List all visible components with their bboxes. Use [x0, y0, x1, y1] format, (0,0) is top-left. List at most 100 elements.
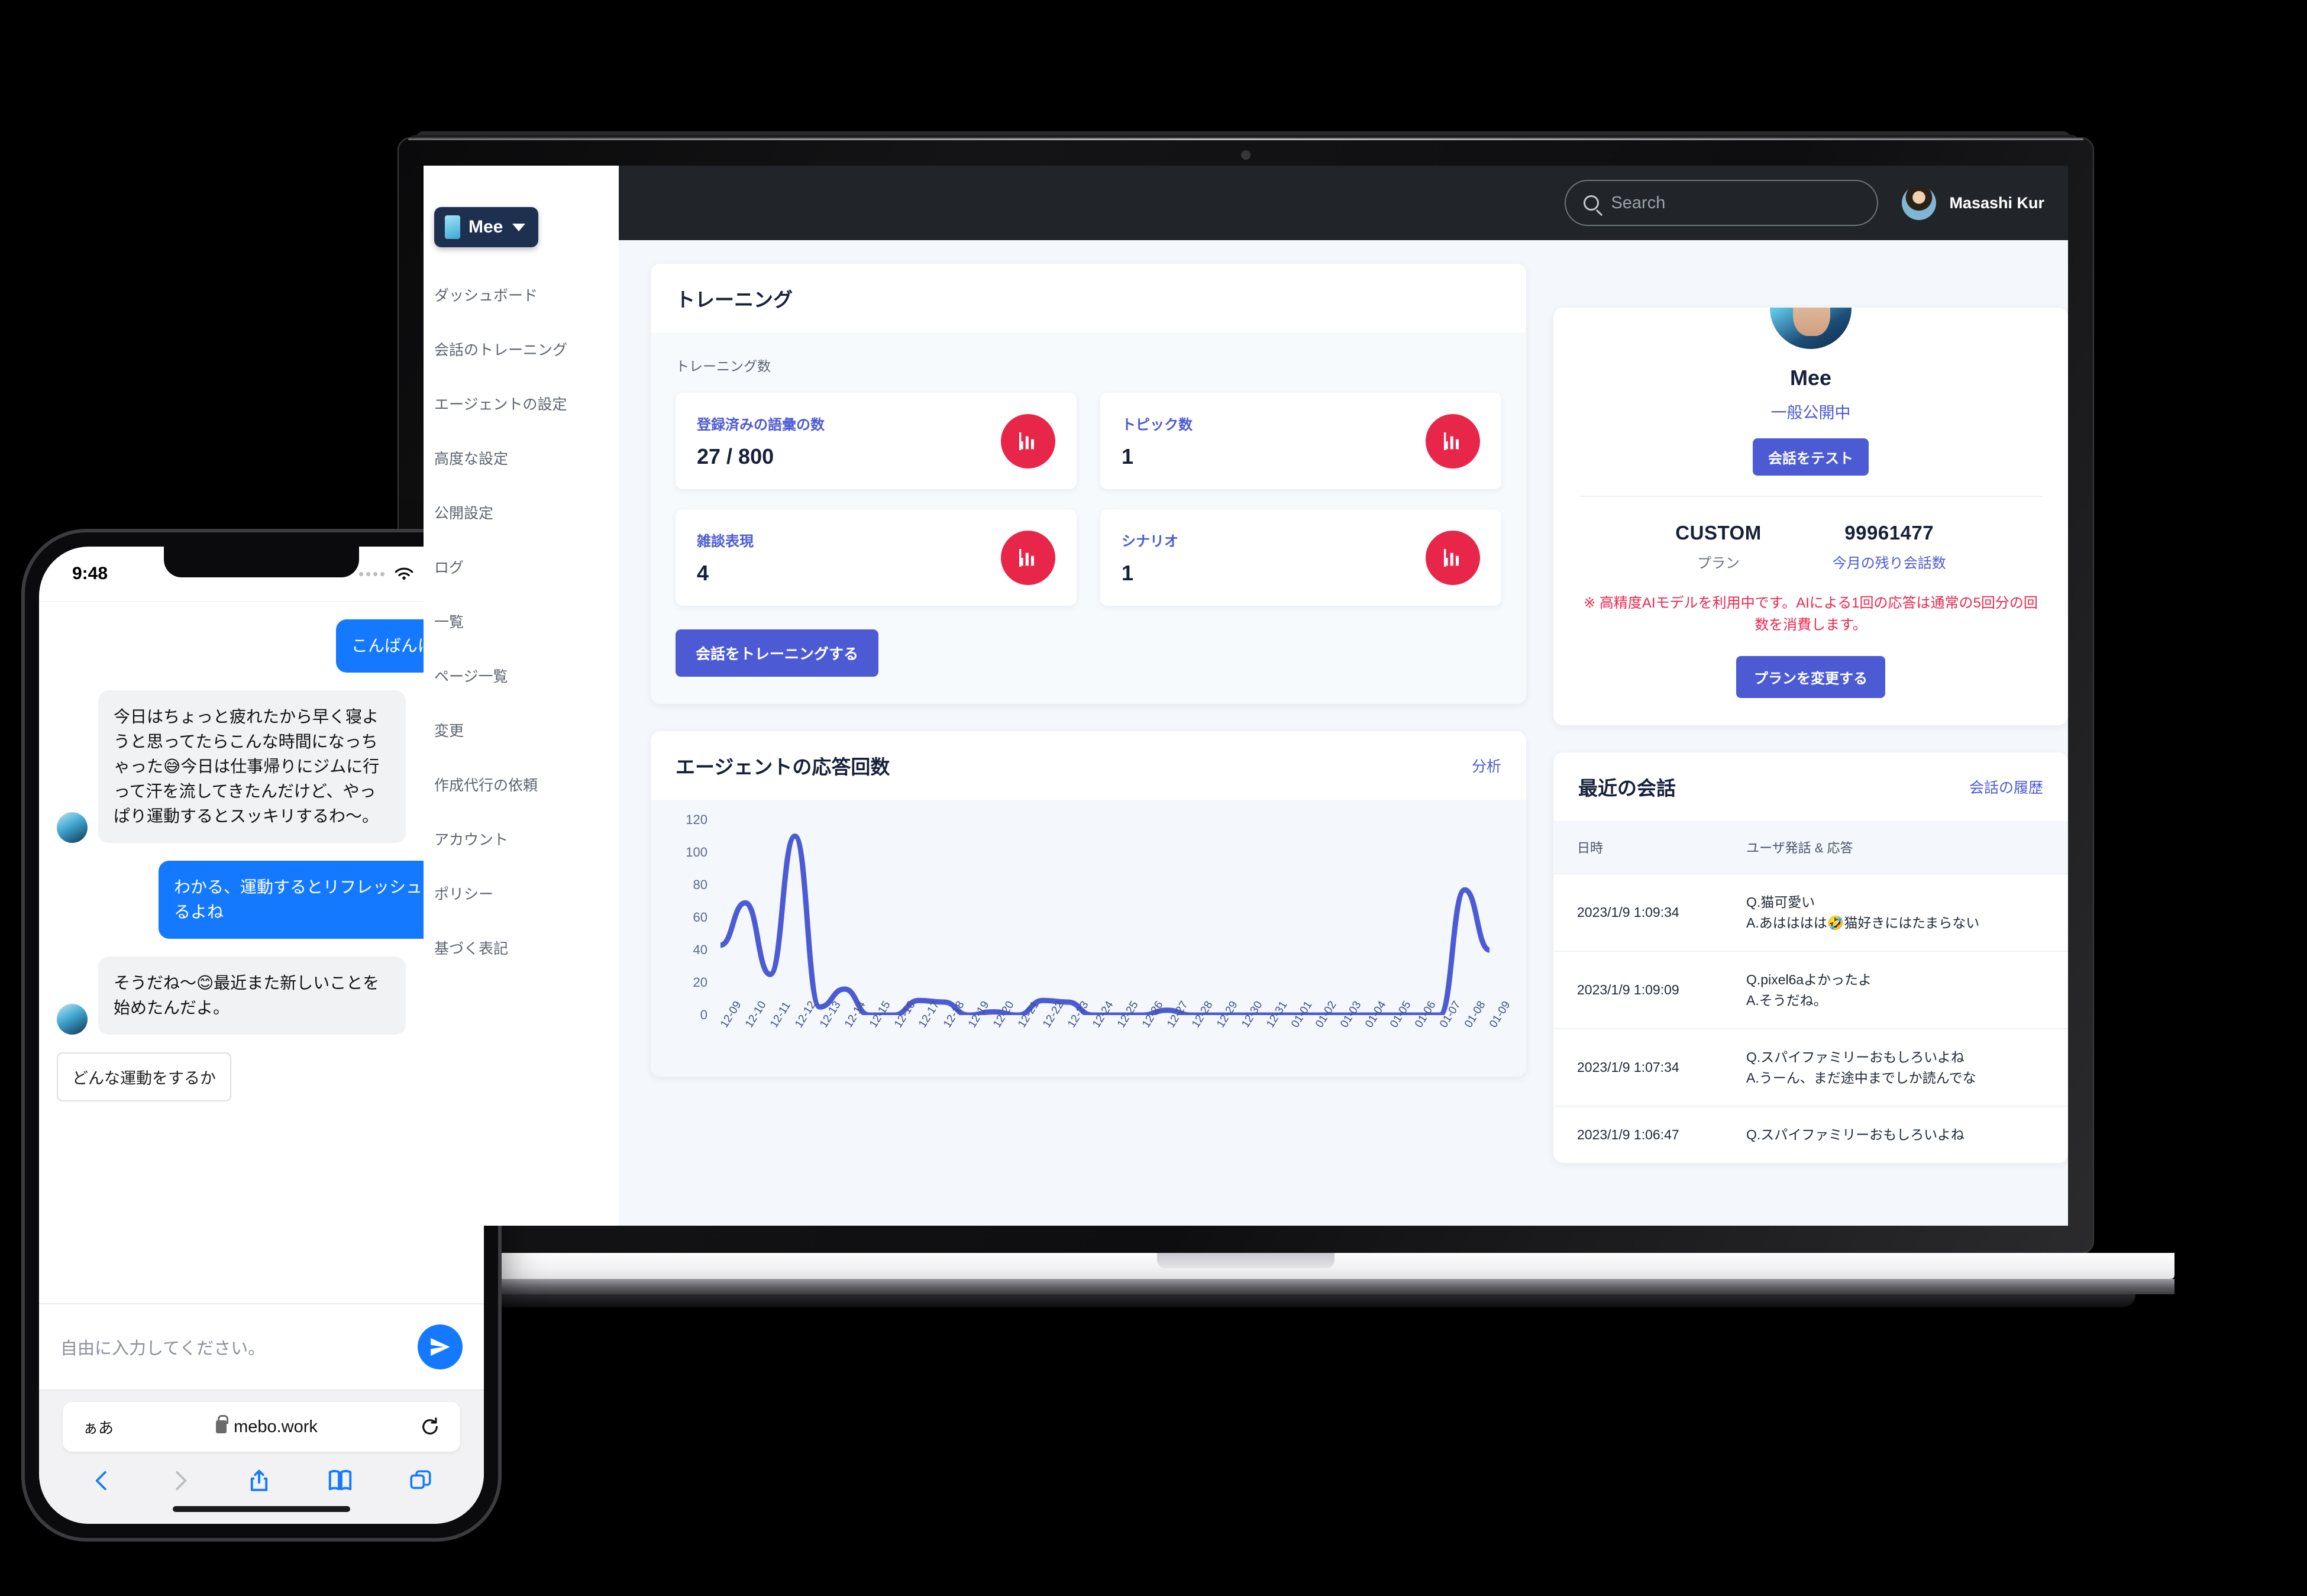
y-tick-label: 0 [700, 1007, 707, 1022]
cell-utterance: Q.猫可愛い A.あはははは🤣猫好きにはたまらない [1723, 873, 2068, 952]
sidebar-item-advanced-settings[interactable]: 高度な設定 [424, 431, 619, 485]
training-card: トレーニング トレーニング数 登録済みの語彙の数 27 / 800 トピック数 … [651, 264, 1526, 704]
sidebar-item-label: ページ一覧 [434, 668, 508, 685]
laptop-lid-highlight [408, 138, 2083, 140]
sidebar-item-log[interactable]: ログ [424, 539, 619, 594]
training-card-body: トレーニング数 登録済みの語彙の数 27 / 800 トピック数 1 雑談表現 … [651, 332, 1526, 704]
sidebar-item-creation-request[interactable]: 作成代行の依頼 [424, 757, 619, 812]
response-chart-card: エージェントの応答回数 分析 0 20 40 60 80 100 120 12-09 1 [651, 731, 1526, 1077]
y-tick-label: 20 [693, 975, 707, 990]
plan-block: CUSTOM プラン [1675, 522, 1761, 572]
chat-message-user: わかる、運動するとリフレッシュするよね [57, 861, 466, 939]
chat-message-agent: 今日はちょっと疲れたから早く寝ようと思ってたらこんな時間になっちゃった😅今日は仕… [57, 690, 466, 843]
webcam-icon [1241, 150, 1251, 160]
suggestion-chip[interactable]: どんな運動をするか [57, 1052, 231, 1101]
brand-agent-switcher[interactable]: Mee [434, 207, 539, 247]
cell-datetime: 2023/1/9 1:07:34 [1553, 1028, 1723, 1107]
training-stat-grid: 登録済みの語彙の数 27 / 800 トピック数 1 雑談表現 4 シナリオ 1 [676, 393, 1501, 606]
bookmarks-icon[interactable] [327, 1467, 354, 1494]
change-plan-button[interactable]: プランを変更する [1736, 656, 1885, 699]
sidebar-item-list[interactable]: 一覧 [424, 594, 619, 648]
table-header-row: 日時 ユーザ発話 & 応答 [1553, 821, 2068, 874]
text-size-button[interactable]: ぁあ [83, 1416, 114, 1438]
sidebar-item-account[interactable]: アカウント [424, 812, 619, 866]
stat-vocabulary[interactable]: 登録済みの語彙の数 27 / 800 [676, 393, 1077, 489]
recent-card-header: 最近の会話 会話の履歴 [1553, 752, 2068, 822]
stat-value: 4 [697, 561, 709, 585]
training-card-header: トレーニング [651, 264, 1526, 332]
stat-value: 1 [1122, 444, 1134, 469]
send-button[interactable] [418, 1324, 463, 1369]
table-row[interactable]: 2023/1/9 1:06:47 Q.スパイファミリーおもしろいよね [1553, 1106, 2068, 1163]
chevron-down-icon [512, 223, 526, 231]
question-text: Q.猫可愛い [1746, 894, 1815, 910]
sidebar-item-training[interactable]: 会話のトレーニング [424, 322, 619, 376]
cell-utterance: Q.スパイファミリーおもしろいよね [1723, 1106, 2068, 1163]
status-time: 9:48 [72, 564, 108, 583]
back-icon[interactable] [90, 1467, 114, 1494]
laptop-lid: Mee ダッシュボード 会話のトレーニング エージェントの設定 高度な設定 公開… [398, 137, 2094, 1254]
analysis-link[interactable]: 分析 [1472, 755, 1501, 776]
sidebar-item-dashboard[interactable]: ダッシュボード [424, 267, 619, 322]
y-tick-label: 100 [686, 845, 707, 860]
sidebar-item-legal-notice[interactable]: 基づく表記 [424, 920, 619, 975]
brand-name: Mee [468, 217, 503, 237]
sidebar: Mee ダッシュボード 会話のトレーニング エージェントの設定 高度な設定 公開… [424, 166, 619, 1226]
search-icon [1584, 195, 1600, 211]
quota-label: 今月の残り会話数 [1832, 555, 1946, 571]
chat-bubble: そうだね〜😊最近また新しいことを始めたんだよ。 [98, 957, 406, 1035]
y-tick-label: 60 [693, 910, 707, 925]
conversation-history-link[interactable]: 会話の履歴 [1969, 776, 2043, 797]
user-menu[interactable]: Masashi Kur [1902, 186, 2068, 220]
sidebar-item-label: 会話のトレーニング [434, 342, 568, 358]
dashboard-app: Mee ダッシュボード 会話のトレーニング エージェントの設定 高度な設定 公開… [424, 166, 2068, 1226]
cell-utterance: Q.pixel6aよかったよ A.そうだね。 [1723, 951, 2068, 1029]
answer-text: A.あはははは🤣猫好きにはたまらない [1746, 915, 1980, 931]
sidebar-item-page-list[interactable]: ページ一覧 [424, 648, 619, 703]
agent-avatar [1766, 308, 1855, 353]
cell-datetime: 2023/1/9 1:06:47 [1553, 1106, 1723, 1163]
chat-message-agent: そうだね〜😊最近また新しいことを始めたんだよ。 [57, 957, 466, 1035]
train-conversation-button[interactable]: 会話をトレーニングする [676, 629, 879, 677]
sidebar-item-label: 一覧 [434, 614, 464, 631]
safari-browser-chrome: ぁあ mebo.work [39, 1390, 484, 1524]
reload-icon[interactable] [420, 1417, 440, 1437]
search-placeholder: Search [1611, 193, 1666, 212]
user-name: Masashi Kur [1949, 193, 2044, 212]
search-input[interactable]: Search [1565, 180, 1879, 226]
sidebar-item-label: ダッシュボード [434, 287, 538, 304]
plan-label: プラン [1697, 555, 1740, 571]
recent-conversations-card: 最近の会話 会話の履歴 日時 ユーザ発話 & 応答 2023/1/9 1:09:… [1553, 752, 2068, 1163]
chart-title: エージェントの応答回数 [676, 756, 890, 778]
sidebar-item-policy[interactable]: ポリシー [424, 866, 619, 920]
sidebar-item-publish-settings[interactable]: 公開設定 [424, 485, 619, 539]
question-text: Q.pixel6aよかったよ [1746, 972, 1872, 988]
forward-icon[interactable] [169, 1467, 192, 1494]
dashboard-right-column: Mee 一般公開中 会話をテスト CUSTOM プラン 99961477 今月の… [1553, 264, 2068, 1226]
table-row[interactable]: 2023/1/9 1:09:34 Q.猫可愛い A.あはははは🤣猫好きにはたまら… [1553, 873, 2068, 952]
stat-scenario[interactable]: シナリオ 1 [1100, 509, 1501, 606]
share-icon[interactable] [247, 1467, 272, 1494]
message-input[interactable]: 自由に入力してください。 [60, 1335, 265, 1359]
sidebar-item-label: ポリシー [434, 886, 494, 903]
laptop-base-notch [1157, 1253, 1335, 1268]
stat-smalltalk[interactable]: 雑談表現 4 [676, 509, 1077, 606]
cell-datetime: 2023/1/9 1:09:09 [1553, 951, 1723, 1029]
suggestion-row: どんな運動をするか [57, 1052, 466, 1101]
address-bar[interactable]: ぁあ mebo.work [63, 1402, 460, 1452]
agent-avatar-small [57, 1004, 88, 1035]
sidebar-item-label: 基づく表記 [434, 941, 509, 957]
cell-utterance: Q.スパイファミリーおもしろいよね A.うーん、まだ途中までしか読んでな [1723, 1028, 2068, 1107]
bar-chart-icon [1426, 413, 1480, 469]
sidebar-item-agent-settings[interactable]: エージェントの設定 [424, 376, 619, 431]
divider [1579, 496, 2042, 497]
table-row[interactable]: 2023/1/9 1:07:34 Q.スパイファミリーおもしろいよね A.うーん… [1553, 1028, 2068, 1107]
tabs-icon[interactable] [408, 1467, 433, 1494]
table-row[interactable]: 2023/1/9 1:09:09 Q.pixel6aよかったよ A.そうだね。 [1553, 951, 2068, 1029]
phone-screen: 9:48 こんばんは！ 今日はちょっと疲れたから早く寝ようと思ってたらこんな時間… [39, 547, 484, 1524]
stat-topics[interactable]: トピック数 1 [1100, 393, 1501, 489]
x-tick-label: 01-09 [1487, 999, 1513, 1030]
sidebar-item-change[interactable]: 変更 [424, 703, 619, 757]
laptop-base-edge [317, 1279, 2174, 1294]
test-conversation-button[interactable]: 会話をテスト [1753, 438, 1869, 476]
